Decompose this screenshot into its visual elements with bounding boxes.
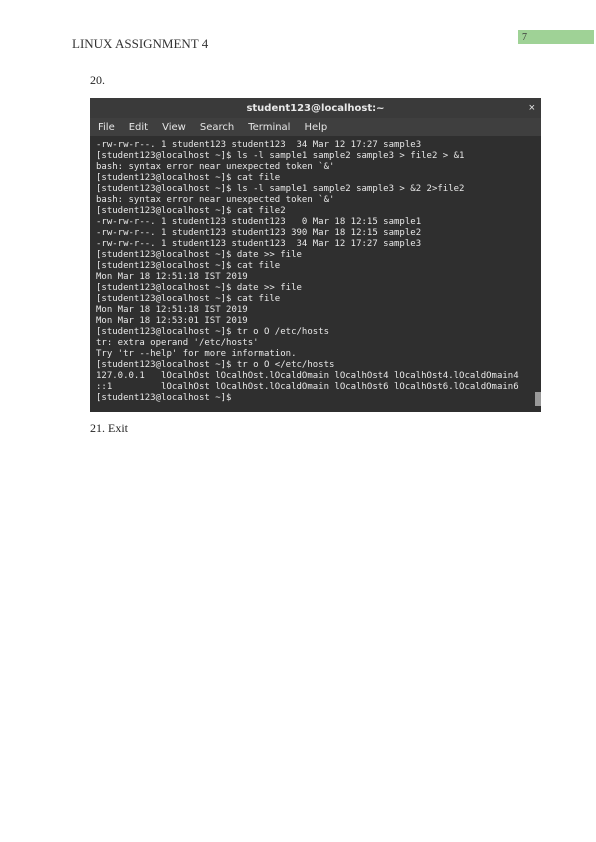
terminal-window: student123@localhost:~ × File Edit View … [90, 98, 541, 412]
term-line: -rw-rw-r--. 1 student123 student123 0 Ma… [96, 217, 421, 227]
page-number-badge: 7 [518, 30, 594, 44]
question-20-label: 20. [90, 73, 105, 88]
terminal-titlebar: student123@localhost:~ × [90, 98, 541, 118]
term-line: [student123@localhost ~]$ ls -l sample1 … [96, 151, 464, 161]
term-line: Mon Mar 18 12:53:01 IST 2019 [96, 316, 248, 326]
scrollbar-thumb[interactable] [535, 392, 541, 406]
term-line: [student123@localhost ~]$ date >> file [96, 250, 302, 260]
term-line: [student123@localhost ~]$ tr o O /etc/ho… [96, 327, 329, 337]
term-line: -rw-rw-r--. 1 student123 student123 34 M… [96, 239, 421, 249]
term-line: [student123@localhost ~]$ [96, 393, 231, 403]
term-line: tr: extra operand '/etc/hosts' [96, 338, 259, 348]
menu-search[interactable]: Search [200, 122, 234, 133]
term-line: [student123@localhost ~]$ date >> file [96, 283, 302, 293]
term-line: [student123@localhost ~]$ cat file [96, 294, 280, 304]
term-line: [student123@localhost ~]$ ls -l sample1 … [96, 184, 464, 194]
document-page: LINUX ASSIGNMENT 4 7 20. student123@loca… [0, 0, 596, 842]
terminal-menubar: File Edit View Search Terminal Help [90, 118, 541, 136]
page-header: LINUX ASSIGNMENT 4 7 [0, 30, 596, 54]
term-line: ::1 lOcalhOst lOcalhOst.lOcaldOmain lOca… [96, 382, 519, 392]
close-icon[interactable]: × [529, 101, 535, 115]
term-line: [student123@localhost ~]$ cat file [96, 261, 280, 271]
term-line: bash: syntax error near unexpected token… [96, 162, 334, 172]
term-line: -rw-rw-r--. 1 student123 student123 34 M… [96, 140, 421, 150]
menu-terminal[interactable]: Terminal [248, 122, 290, 133]
document-title: LINUX ASSIGNMENT 4 [72, 36, 208, 52]
term-line: Try 'tr --help' for more information. [96, 349, 296, 359]
term-line: 127.0.0.1 lOcalhOst lOcalhOst.lOcaldOmai… [96, 371, 519, 381]
term-line: [student123@localhost ~]$ cat file2 [96, 206, 286, 216]
menu-help[interactable]: Help [304, 122, 327, 133]
question-21-label: 21. Exit [90, 421, 128, 436]
term-line: [student123@localhost ~]$ tr o O </etc/h… [96, 360, 334, 370]
page-number: 7 [522, 32, 527, 43]
terminal-body[interactable]: -rw-rw-r--. 1 student123 student123 34 M… [90, 136, 541, 412]
menu-edit[interactable]: Edit [129, 122, 148, 133]
menu-view[interactable]: View [162, 122, 186, 133]
term-line: Mon Mar 18 12:51:18 IST 2019 [96, 305, 248, 315]
term-line: -rw-rw-r--. 1 student123 student123 390 … [96, 228, 421, 238]
term-line: [student123@localhost ~]$ cat file [96, 173, 280, 183]
terminal-title: student123@localhost:~ [246, 103, 384, 114]
term-line: bash: syntax error near unexpected token… [96, 195, 334, 205]
term-line: Mon Mar 18 12:51:18 IST 2019 [96, 272, 248, 282]
menu-file[interactable]: File [98, 122, 115, 133]
